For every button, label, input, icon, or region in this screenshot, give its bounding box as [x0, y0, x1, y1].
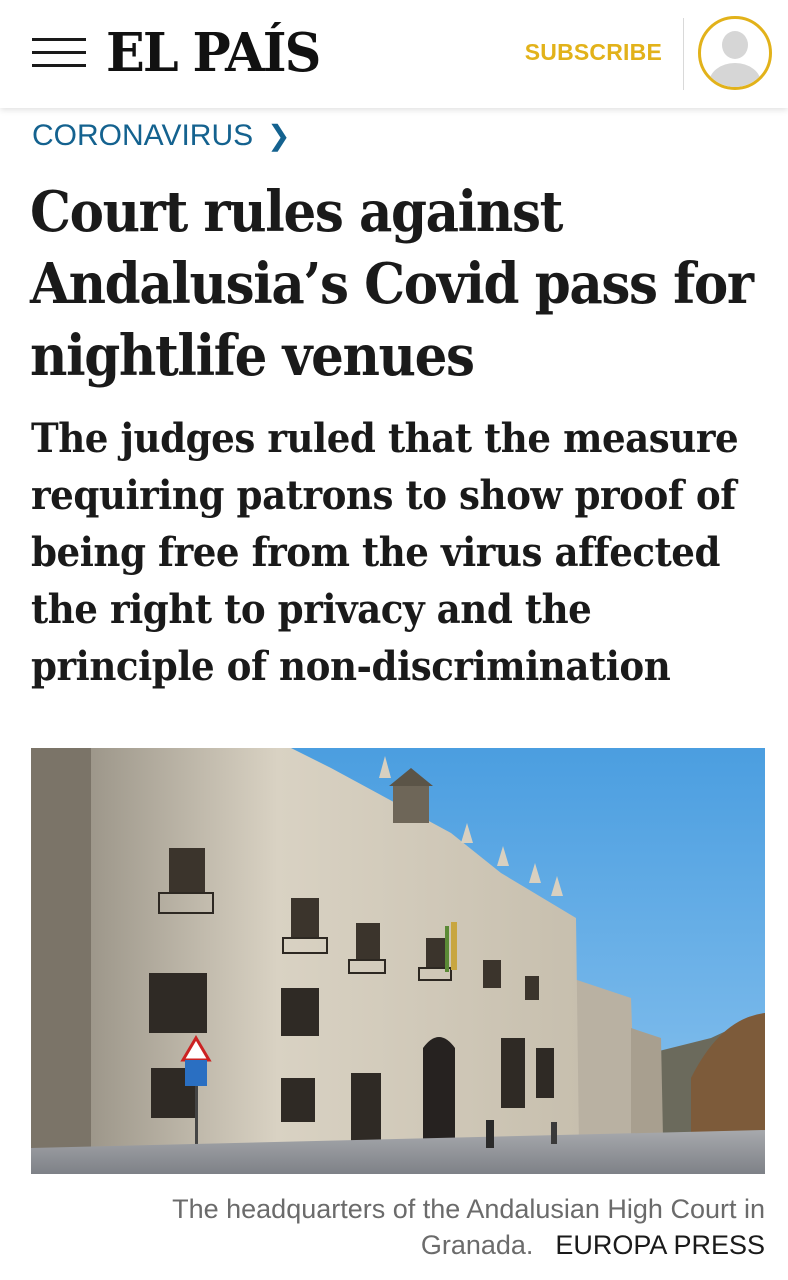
site-logo[interactable]: EL PAÍS: [106, 18, 321, 88]
article-subheadline: The judges ruled that the measure requir…: [31, 415, 739, 690]
section-label: CORONAVIRUS: [32, 119, 254, 152]
chevron-right-icon: ❯: [267, 120, 291, 151]
avatar-body-shape: [709, 63, 761, 87]
subscribe-button[interactable]: SUBSCRIBE: [525, 34, 662, 70]
article-headline: Court rules against Andalusia’s Covid pa…: [30, 179, 754, 389]
photo-credit: EUROPA PRESS: [555, 1230, 765, 1260]
avatar-head-shape: [722, 31, 748, 59]
photo-caption: The headquarters of the Andalusian High …: [100, 1191, 765, 1263]
hamburger-menu-icon[interactable]: [32, 36, 86, 70]
site-header: EL PAÍS SUBSCRIBE: [0, 0, 788, 108]
court-building-photo: [31, 748, 765, 1174]
header-divider: [683, 18, 684, 90]
section-link[interactable]: CORONAVIRUS ❯: [32, 116, 291, 156]
user-avatar-icon[interactable]: [698, 16, 772, 90]
article-photo[interactable]: [31, 748, 765, 1174]
